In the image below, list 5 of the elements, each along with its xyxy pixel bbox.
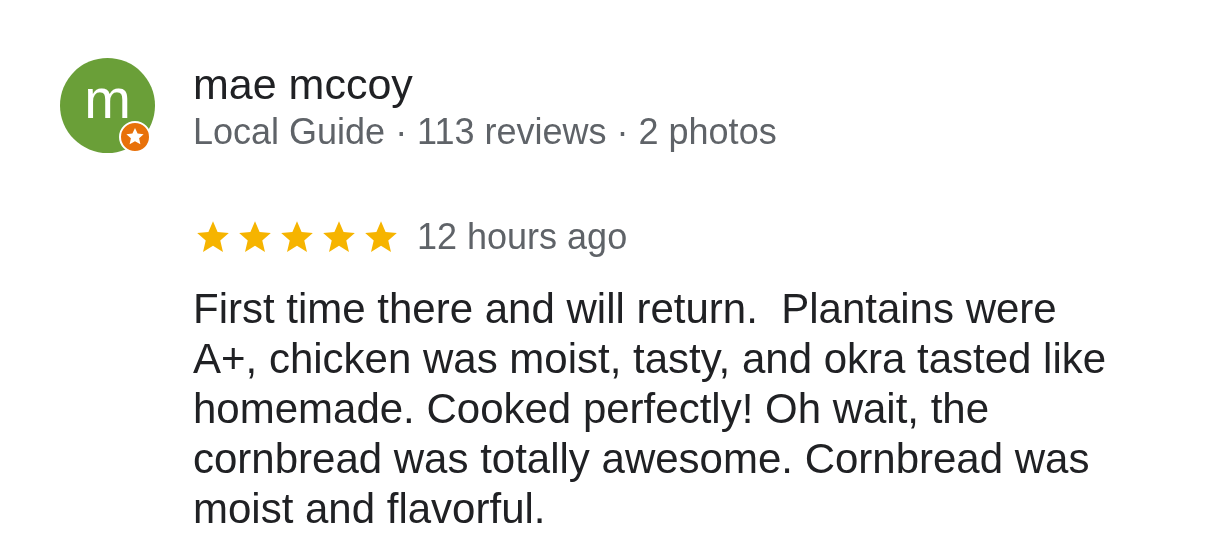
avatar-initial: m [84, 70, 131, 127]
review-text: First time there and will return. Plantains were A+, chicken was moist, tasty, and okra tasted like homemade. Cooked perfectly! Oh wait, the cornbread was totally awesome. Cornbread was moist and flavorful. [193, 284, 1108, 534]
review-time: 12 hours ago [417, 216, 628, 258]
reviewer-details: Local Guide · 113 reviews · 2 photos [193, 110, 777, 154]
reviewer-name[interactable]: mae mccoy [193, 60, 777, 108]
